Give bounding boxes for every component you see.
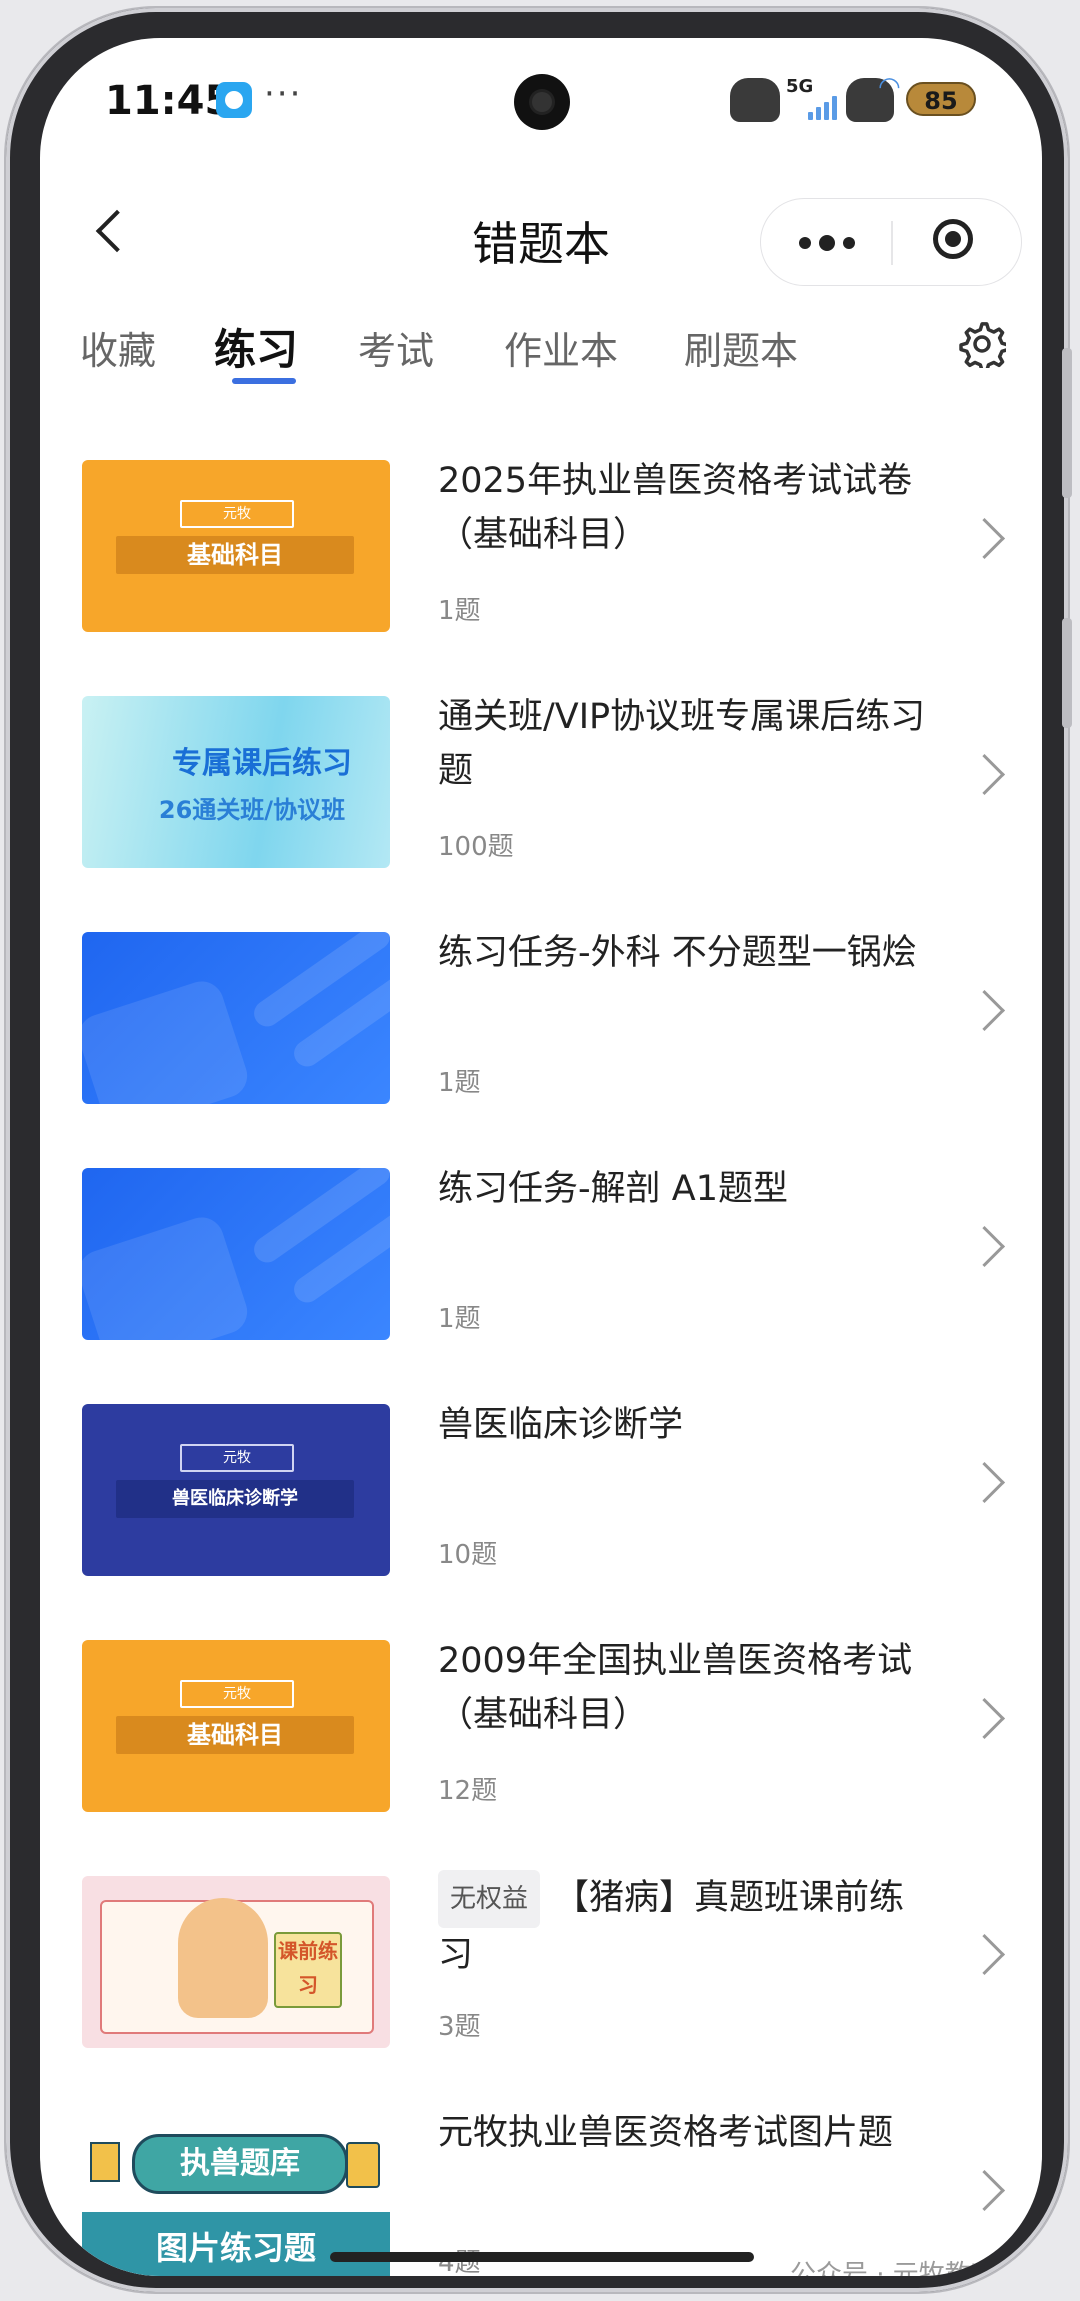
item-thumbnail: 元牧 基础科目 [82, 1640, 390, 1812]
list-item[interactable]: 练习任务-外科 不分题型一锅烩 1题 [40, 896, 1042, 1132]
item-count: 1题 [438, 1068, 481, 1098]
list-item[interactable]: 元牧 兽医临床诊断学 兽医临床诊断学 10题 [40, 1368, 1042, 1604]
item-thumbnail: 元牧 兽医临床诊断学 [82, 1404, 390, 1576]
tab-exam[interactable]: 考试 [358, 320, 434, 375]
wifi-icon: ◠ [878, 72, 901, 102]
item-thumbnail: 课前练习 [82, 1876, 390, 2048]
item-title: 无权益 【猪病】真题班课前练习 [438, 1870, 938, 1982]
clipboard-icon [82, 975, 253, 1104]
tab-question-bank[interactable]: 刷题本 [684, 320, 798, 375]
mini-program-capsule [760, 198, 1022, 286]
cartoon-mascot [178, 1898, 268, 2018]
item-count: 3题 [438, 2012, 481, 2042]
close-mini-program-button[interactable] [929, 215, 985, 271]
thumbnail-logo: 元牧 [180, 500, 294, 528]
list-item[interactable]: 元牧 基础科目 2025年执业兽医资格考试试卷（基础科目） 1题 [40, 424, 1042, 660]
front-camera [514, 74, 570, 130]
list-item[interactable]: 专属课后练习 26通关班/协议班 通关班/VIP协议班专属课后练习题 100题 [40, 660, 1042, 896]
item-count: 12题 [438, 1776, 498, 1806]
tab-bar: 收藏 练习 考试 作业本 刷题本 [40, 300, 1042, 400]
item-count: 100题 [438, 832, 514, 862]
watermark-text: 公众号 · 元牧教育 [790, 2260, 997, 2276]
volume-button [1062, 348, 1072, 498]
status-time: 11:45 [105, 78, 233, 124]
item-count: 1题 [438, 596, 481, 626]
pet-sticker-icon [730, 78, 780, 122]
item-thumbnail [82, 932, 390, 1104]
thumbnail-text: 基础科目 [187, 541, 283, 569]
thumbnail-logo: 元牧 [180, 1680, 294, 1708]
thumbnail-text: 执兽题库 [132, 2134, 348, 2194]
settings-gear-icon[interactable] [958, 320, 1006, 368]
thumbnail-text: 基础科目 [187, 1721, 283, 1749]
chevron-right-icon [963, 989, 1006, 1032]
item-title: 兽医临床诊断学 [438, 1405, 684, 1445]
download-document-icon [346, 2142, 380, 2188]
chevron-right-icon [963, 2169, 1006, 2212]
item-count: 10题 [438, 1540, 498, 1570]
battery-indicator: 85 [906, 82, 976, 116]
active-tab-indicator [232, 378, 296, 384]
thumbnail-subtext: 图片练习题 [82, 2212, 390, 2276]
thumbnail-logo: 元牧 [180, 1444, 294, 1472]
list-item[interactable]: 元牧 基础科目 2009年全国执业兽医资格考试（基础科目） 12题 [40, 1604, 1042, 1840]
item-title: 2009年全国执业兽医资格考试（基础科目） [438, 1641, 913, 1735]
thumbnail-text: 专属课后练习 [172, 746, 352, 781]
chevron-right-icon [963, 1461, 1006, 1504]
nav-bar: 错题本 [40, 178, 1042, 288]
clipboard-icon [82, 1211, 253, 1340]
chevron-right-icon [963, 1225, 1006, 1268]
item-thumbnail: 元牧 基础科目 [82, 460, 390, 632]
no-access-badge: 无权益 [438, 1870, 541, 1928]
document-icon [90, 2142, 120, 2182]
chevron-right-icon [963, 753, 1006, 796]
more-notifications-icon: ··· [264, 74, 303, 114]
signal-icon [808, 94, 840, 120]
list-item[interactable]: 练习任务-解剖 A1题型 1题 [40, 1132, 1042, 1368]
item-title: 2025年执业兽医资格考试试卷（基础科目） [438, 461, 913, 555]
thumbnail-text: 课前练习 [274, 1932, 342, 2008]
item-title: 元牧执业兽医资格考试图片题 [438, 2113, 894, 2153]
more-menu-button[interactable] [791, 219, 861, 267]
power-button [1062, 618, 1072, 728]
thumbnail-subtext: 26通关班/协议班 [158, 796, 346, 824]
thumbnail-text: 兽医临床诊断学 [172, 1488, 298, 1509]
tab-practice[interactable]: 练习 [214, 316, 298, 377]
home-indicator[interactable] [330, 2252, 754, 2262]
phone-frame: 11:45 ··· 5G ◠ 85 错题本 收藏 练习 考试 作业本 刷题本 元… [6, 8, 1072, 2292]
chevron-right-icon [963, 1697, 1006, 1740]
chevron-right-icon [963, 1933, 1006, 1976]
status-bar: 11:45 ··· 5G ◠ 85 [40, 38, 1042, 158]
screen: 11:45 ··· 5G ◠ 85 错题本 收藏 练习 考试 作业本 刷题本 元… [40, 38, 1042, 2276]
item-count: 1题 [438, 1304, 481, 1334]
list-item[interactable]: 执兽题库 图片练习题 元牧执业兽医资格考试图片题 4题 [40, 2076, 1042, 2276]
app-notification-icon [216, 82, 252, 118]
tab-favorites[interactable]: 收藏 [80, 320, 156, 375]
list-item[interactable]: 课前练习 无权益 【猪病】真题班课前练习 3题 [40, 1840, 1042, 2076]
item-thumbnail: 专属课后练习 26通关班/协议班 [82, 696, 390, 868]
capsule-divider [891, 221, 893, 265]
item-title: 练习任务-外科 不分题型一锅烩 [438, 933, 917, 973]
tab-homework[interactable]: 作业本 [504, 320, 618, 375]
item-title: 练习任务-解剖 A1题型 [438, 1169, 788, 1209]
item-title: 通关班/VIP协议班专属课后练习题 [438, 697, 926, 791]
item-thumbnail [82, 1168, 390, 1340]
chevron-right-icon [963, 517, 1006, 560]
